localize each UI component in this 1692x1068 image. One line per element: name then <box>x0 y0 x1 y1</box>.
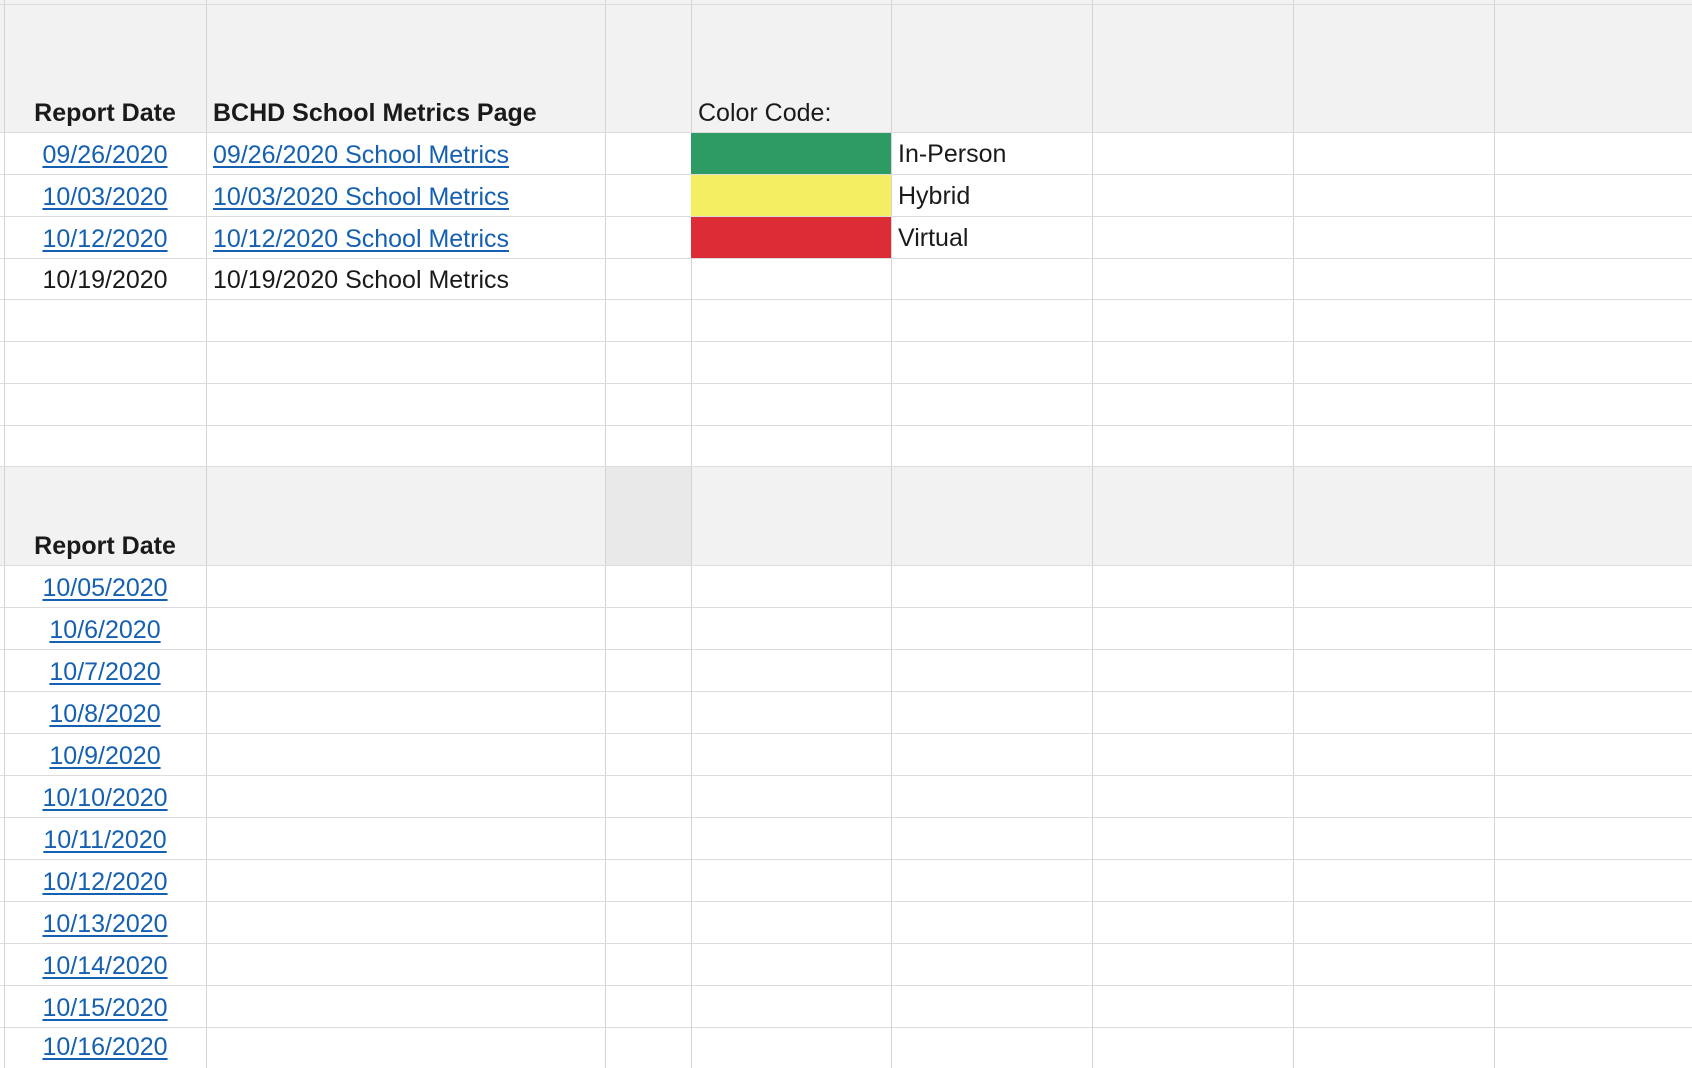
legend-label-virtual: Virtual <box>898 224 969 252</box>
header-band-bottom <box>0 466 1692 565</box>
daily-report-link[interactable]: 10/10/2020 <box>4 777 206 819</box>
legend-label-in-person: In-Person <box>898 140 1007 168</box>
metrics-page-header: BCHD School Metrics Page <box>213 99 537 127</box>
daily-report-link[interactable]: 10/9/2020 <box>4 735 206 777</box>
in-person-swatch <box>691 133 891 174</box>
school-metrics-link[interactable]: 10/03/2020 School Metrics <box>213 176 605 218</box>
color-code-label: Color Code: <box>698 99 832 127</box>
daily-report-link[interactable]: 10/05/2020 <box>4 567 206 609</box>
report-date-link[interactable]: 10/12/2020 <box>4 218 206 260</box>
report-date-link[interactable]: 09/26/2020 <box>4 134 206 176</box>
daily-report-link[interactable]: 10/15/2020 <box>4 987 206 1029</box>
report-date-link[interactable]: 10/03/2020 <box>4 176 206 218</box>
report-date-header-bottom: Report Date <box>34 532 176 560</box>
school-metrics-link[interactable]: 10/12/2020 School Metrics <box>213 218 605 260</box>
school-metrics-cell: 10/19/2020 School Metrics <box>213 266 510 294</box>
daily-report-link[interactable]: 10/8/2020 <box>4 693 206 735</box>
hybrid-swatch <box>691 175 891 216</box>
daily-report-link[interactable]: 10/11/2020 <box>4 819 206 861</box>
daily-report-link[interactable]: 10/16/2020 <box>4 1026 206 1068</box>
daily-report-link[interactable]: 10/12/2020 <box>4 861 206 903</box>
school-metrics-link[interactable]: 09/26/2020 School Metrics <box>213 134 605 176</box>
virtual-swatch <box>691 217 891 258</box>
daily-report-link[interactable]: 10/13/2020 <box>4 903 206 945</box>
report-date-header: Report Date <box>34 99 176 127</box>
daily-report-link[interactable]: 10/6/2020 <box>4 609 206 651</box>
legend-label-hybrid: Hybrid <box>898 182 971 210</box>
daily-report-link[interactable]: 10/7/2020 <box>4 651 206 693</box>
daily-report-link[interactable]: 10/14/2020 <box>4 945 206 987</box>
report-date-cell: 10/19/2020 <box>42 266 168 294</box>
header-band-shade <box>605 466 691 565</box>
